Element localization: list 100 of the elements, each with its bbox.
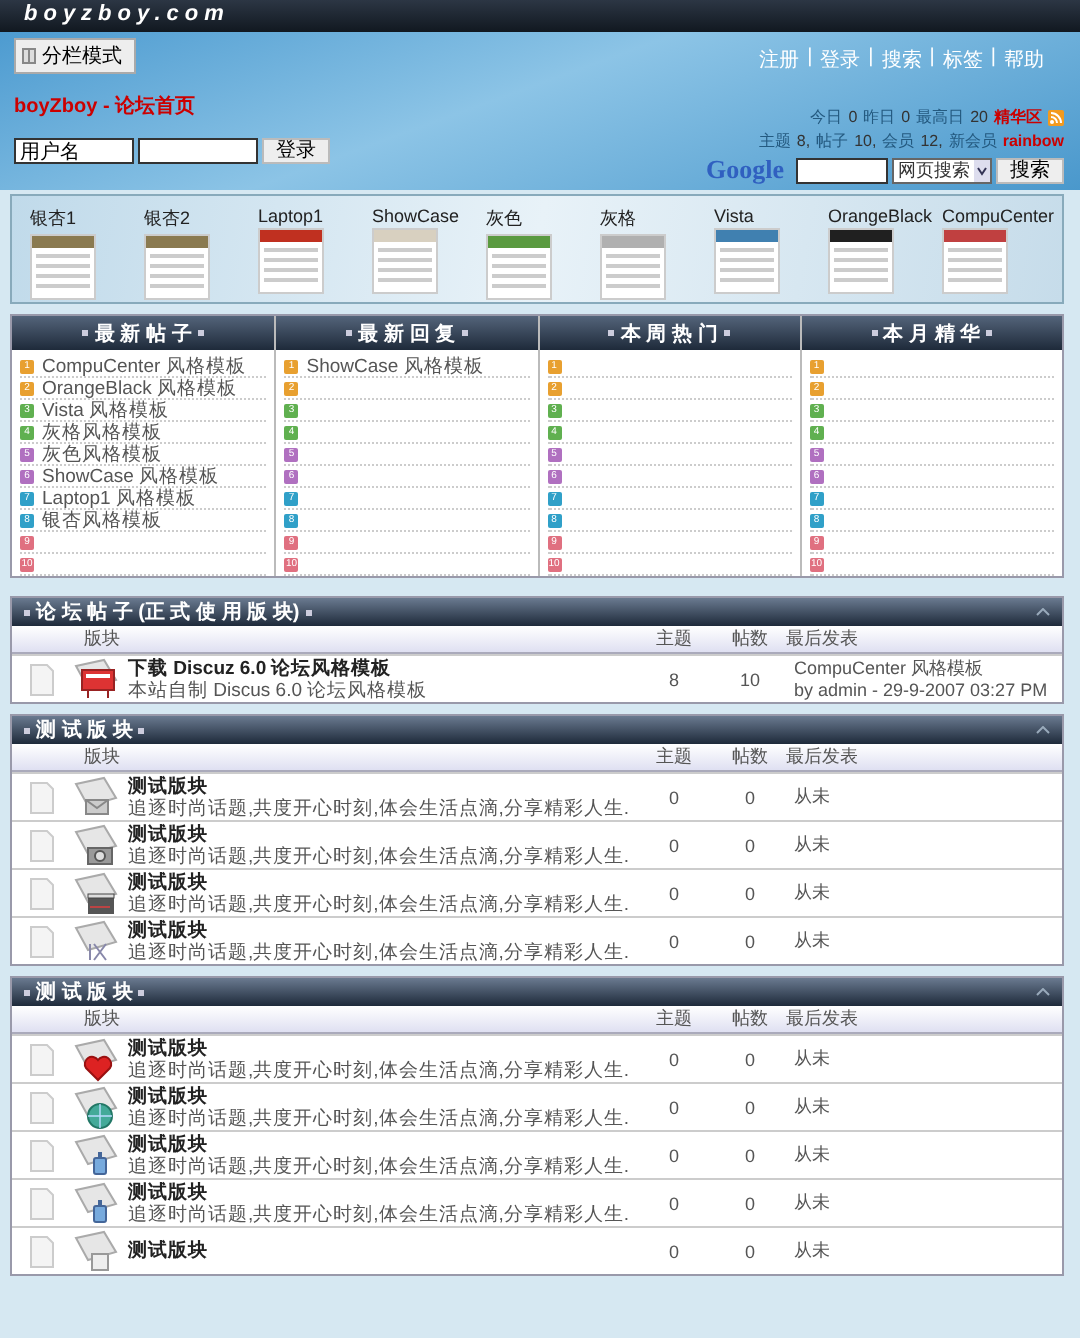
square-icon xyxy=(723,330,730,336)
topic-link[interactable]: ShowCase 风格模板 xyxy=(306,353,484,379)
theme-thumbnail[interactable] xyxy=(486,234,552,300)
topic-link[interactable]: Vista 风格模板 xyxy=(42,397,170,423)
theme-name[interactable]: 灰格 xyxy=(600,206,714,232)
forum-description: 追逐时尚话题,共度开心时刻,体会生活点滴,分享精彩人生. xyxy=(128,1155,632,1177)
topic-link[interactable]: Laptop1 风格模板 xyxy=(42,485,196,511)
theme-thumbnail[interactable] xyxy=(144,234,210,300)
column-title: 本 月 精 华 xyxy=(883,321,981,347)
theme-name[interactable]: OrangeBlack xyxy=(828,206,942,226)
stat-value: 0 xyxy=(901,108,911,126)
forum-name[interactable]: 测试版块 xyxy=(128,823,634,845)
last-post-link[interactable]: CompuCenter 风格模板 xyxy=(794,657,1062,679)
column-heading: 最后发表 xyxy=(786,626,860,652)
square-icon xyxy=(82,330,89,336)
post-count: 0 xyxy=(742,1193,757,1213)
last-post-text: 从未 xyxy=(794,1144,832,1166)
site-logo[interactable]: boyzboy.com xyxy=(24,2,230,26)
stat-value: 8, xyxy=(796,132,811,150)
theme-name[interactable]: ShowCase xyxy=(372,206,486,226)
page-icon xyxy=(30,1235,54,1267)
post-count: 0 xyxy=(742,883,757,903)
theme-thumbnail[interactable] xyxy=(258,228,324,294)
theme-thumbnail[interactable] xyxy=(828,228,894,294)
square-icon xyxy=(608,330,615,336)
column-heading: 版块 xyxy=(82,626,122,652)
topic-count: 0 xyxy=(666,1241,681,1261)
forum-icon xyxy=(72,1085,120,1129)
column-heading: 帖数 xyxy=(730,1006,770,1032)
forum-name[interactable]: 测试版块 xyxy=(128,919,634,941)
forum-name[interactable]: 测试版块 xyxy=(128,1037,634,1059)
theme-name[interactable]: Vista xyxy=(714,206,828,226)
theme-name[interactable]: 银杏1 xyxy=(30,206,144,232)
theme-name[interactable]: CompuCenter xyxy=(942,206,1056,226)
forum-icon xyxy=(72,919,120,963)
column-mode-button[interactable]: 分栏模式 xyxy=(14,38,136,74)
stat-value: 12, xyxy=(920,132,943,150)
theme-name[interactable]: 银杏2 xyxy=(144,206,258,232)
forum-icon xyxy=(72,823,120,867)
forum-name[interactable]: 测试版块 xyxy=(128,1133,634,1155)
theme-name[interactable]: Laptop1 xyxy=(258,206,372,226)
last-post-author: by admin - 29-9-2007 03:27 PM xyxy=(794,679,1050,701)
column-heading: 最后发表 xyxy=(786,1006,860,1032)
column-heading: 主题 xyxy=(654,1006,694,1032)
square-icon xyxy=(305,609,312,615)
last-post-text: 从未 xyxy=(794,786,832,808)
theme-thumbnail[interactable] xyxy=(372,228,438,294)
collapse-icon[interactable] xyxy=(1036,988,1050,996)
page-icon xyxy=(30,829,54,861)
forum-description: 追逐时尚话题,共度开心时刻,体会生活点滴,分享精彩人生. xyxy=(128,845,632,867)
post-count: 0 xyxy=(742,835,757,855)
password-field[interactable] xyxy=(138,138,258,164)
last-post-text: 从未 xyxy=(794,882,832,904)
topic-link[interactable]: 灰格风格模板 xyxy=(42,419,162,445)
theme-thumbnail[interactable] xyxy=(714,228,780,294)
page-icon xyxy=(30,781,54,813)
login-button[interactable]: 登录 xyxy=(262,138,330,164)
search-field[interactable] xyxy=(796,157,888,183)
forum-icon xyxy=(72,871,120,915)
column-heading: 主题 xyxy=(654,626,694,652)
theme-thumbnail[interactable] xyxy=(600,234,666,300)
column-heading: 版块 xyxy=(82,744,122,770)
last-post-text: 从未 xyxy=(794,930,832,952)
forum-name[interactable]: 测试版块 xyxy=(128,1240,634,1262)
theme-name[interactable]: 灰色 xyxy=(486,206,600,232)
square-icon xyxy=(461,330,468,336)
topic-link[interactable]: ShowCase 风格模板 xyxy=(42,463,220,489)
forum-name[interactable]: 测试版块 xyxy=(128,1181,634,1203)
topic-count: 8 xyxy=(666,669,681,689)
forum-name[interactable]: 测试版块 xyxy=(128,1085,634,1107)
topic-count: 0 xyxy=(666,835,681,855)
forum-name[interactable]: 测试版块 xyxy=(128,871,634,893)
search-type-select[interactable]: 网页搜索 xyxy=(892,157,992,183)
forum-icon xyxy=(72,1037,120,1081)
topic-link[interactable]: 银杏风格模板 xyxy=(42,507,162,533)
collapse-icon[interactable] xyxy=(1036,726,1050,734)
column-heading: 版块 xyxy=(82,1006,122,1032)
square-icon xyxy=(24,609,30,615)
stat-label: 新会员 xyxy=(948,130,997,152)
forum-description: 追逐时尚话题,共度开心时刻,体会生活点滴,分享精彩人生. xyxy=(128,1059,632,1081)
search-button[interactable]: 搜索 xyxy=(996,157,1064,183)
page-icon xyxy=(30,1139,54,1171)
stat-value: 10, xyxy=(854,132,877,150)
topic-count: 0 xyxy=(666,1049,681,1069)
forum-description: 追逐时尚话题,共度开心时刻,体会生活点滴,分享精彩人生. xyxy=(128,941,632,963)
forum-name[interactable]: 测试版块 xyxy=(128,775,634,797)
theme-thumbnail[interactable] xyxy=(30,234,96,300)
forum-description: 本站自制 Discus 6.0 论坛风格模板 xyxy=(128,679,430,701)
column-heading: 最后发表 xyxy=(786,744,860,770)
post-count: 0 xyxy=(742,931,757,951)
theme-thumbnail[interactable] xyxy=(942,228,1008,294)
post-count: 0 xyxy=(742,787,757,807)
topic-link[interactable]: OrangeBlack 风格模板 xyxy=(42,375,238,401)
column-title: 最 新 帖 子 xyxy=(94,320,192,347)
username-field[interactable]: 用户名 xyxy=(14,138,134,164)
forum-name[interactable]: 下载 Discuz 6.0 论坛风格模板 xyxy=(128,657,634,679)
topic-link[interactable]: 灰色风格模板 xyxy=(42,441,162,467)
collapse-icon[interactable] xyxy=(1036,608,1050,616)
topic-link[interactable]: CompuCenter 风格模板 xyxy=(42,353,246,379)
topic-count: 0 xyxy=(666,1145,681,1165)
